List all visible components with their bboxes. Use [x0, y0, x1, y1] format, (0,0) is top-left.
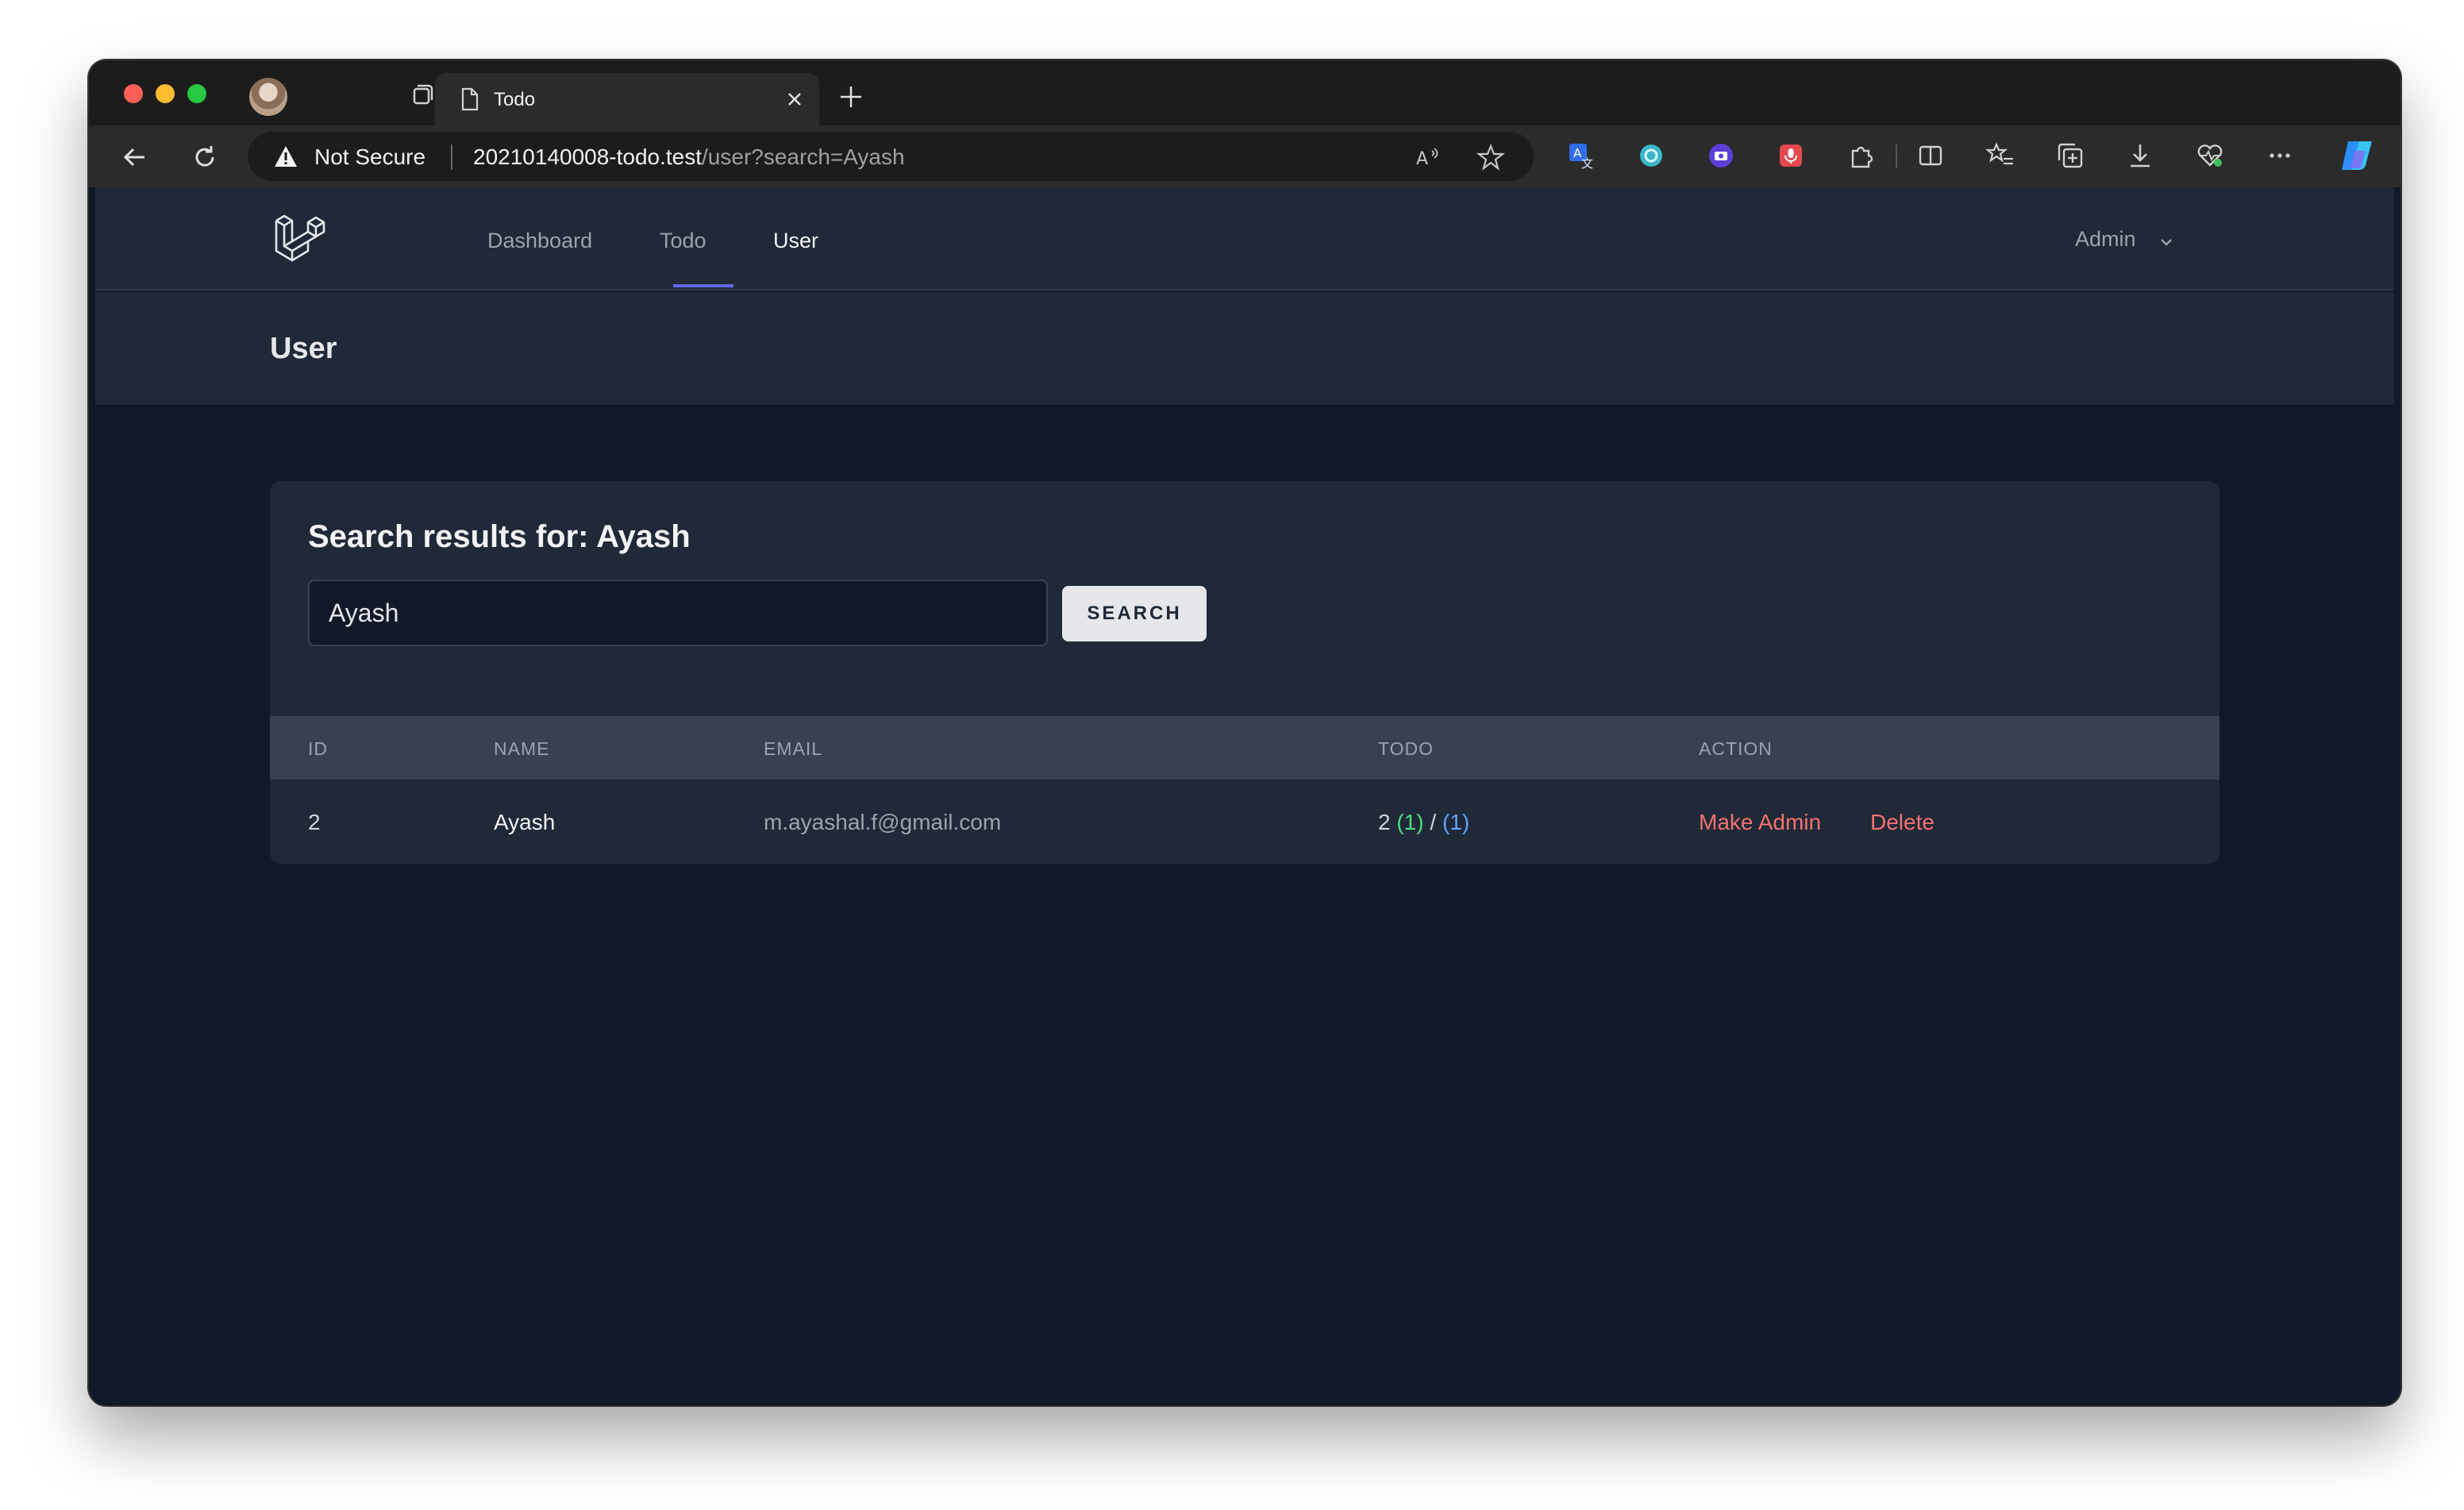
nav-active-indicator — [673, 284, 733, 287]
user-id-cell: 2 — [308, 810, 321, 834]
search-input[interactable] — [308, 580, 1048, 646]
table-row: 2 Ayash m.ayashal.f@gmail.com 2 (1) / (1… — [270, 780, 2220, 864]
camera-extension-icon[interactable] — [1705, 140, 1737, 171]
todo-done-count: (1) — [1396, 810, 1424, 834]
make-admin-button[interactable]: Make Admin — [1699, 810, 1821, 835]
profile-avatar[interactable] — [249, 78, 287, 116]
column-header-email: EMAIL — [764, 738, 823, 759]
tab-title: Todo — [494, 89, 536, 110]
extensions-puzzle-icon[interactable] — [1845, 140, 1877, 171]
laravel-logo-icon[interactable] — [271, 211, 329, 268]
url-host: 20210140008-todo.test — [473, 144, 703, 169]
read-aloud-icon[interactable]: A — [1413, 143, 1442, 171]
user-menu-button[interactable]: Admin — [2075, 227, 2136, 252]
zoom-window-button[interactable] — [187, 84, 206, 103]
page-title: User — [270, 332, 337, 365]
security-label[interactable]: Not Secure — [314, 144, 425, 170]
todo-pending-count: (1) — [1442, 810, 1470, 834]
table-header: ID NAME EMAIL TODO ACTION — [270, 716, 2220, 780]
user-email-cell: m.ayashal.f@gmail.com — [764, 810, 1002, 834]
minimize-window-button[interactable] — [156, 84, 175, 103]
favorites-list-icon[interactable] — [1985, 140, 2016, 171]
more-options-icon[interactable] — [2264, 140, 2296, 171]
close-tab-icon[interactable] — [783, 87, 807, 111]
nav-todo[interactable]: Todo — [660, 229, 706, 253]
url-path: /user?search=Ayash — [702, 144, 905, 169]
new-tab-icon[interactable] — [837, 83, 865, 111]
nav-user[interactable]: User — [773, 229, 818, 253]
delete-user-button[interactable]: Delete — [1870, 810, 1935, 835]
column-header-todo: TODO — [1378, 738, 1434, 759]
favorite-star-icon[interactable] — [1476, 143, 1505, 171]
page-header: User — [95, 292, 2394, 405]
tab-todo[interactable]: Todo — [435, 73, 819, 125]
workspaces-icon[interactable] — [406, 79, 438, 111]
circle-extension-icon[interactable] — [1635, 140, 1667, 171]
document-icon — [461, 87, 479, 111]
chevron-down-icon[interactable] — [2158, 233, 2175, 251]
user-search-card: Search results for: Ayash SEARCH ID NAME… — [270, 481, 2220, 864]
split-screen-icon[interactable] — [1915, 140, 1946, 171]
downloads-icon[interactable] — [2124, 140, 2156, 171]
web-page: Dashboard Todo User Admin User Search re… — [95, 187, 2394, 1399]
reload-icon[interactable] — [187, 140, 222, 175]
copilot-icon[interactable] — [2337, 135, 2378, 176]
search-button[interactable]: SEARCH — [1062, 586, 1207, 641]
address-separator — [451, 144, 452, 170]
app-navbar: Dashboard Todo User Admin — [95, 187, 2394, 291]
column-header-id: ID — [308, 738, 328, 759]
back-icon[interactable] — [117, 140, 152, 175]
collections-icon[interactable] — [2054, 140, 2086, 171]
browser-toolbar: Not Secure 20210140008-todo.test/user?se… — [89, 125, 2400, 187]
search-results-heading: Search results for: Ayash — [308, 519, 691, 554]
user-todo-cell: 2 (1) / (1) — [1378, 810, 1469, 835]
close-window-button[interactable] — [124, 84, 143, 103]
user-name-cell: Ayash — [494, 810, 556, 834]
microphone-extension-icon[interactable] — [1775, 140, 1807, 171]
column-header-name: NAME — [494, 738, 550, 759]
url-text[interactable]: 20210140008-todo.test/user?search=Ayash — [473, 144, 905, 170]
browser-essentials-icon[interactable] — [2194, 140, 2226, 171]
address-bar[interactable]: Not Secure 20210140008-todo.test/user?se… — [248, 132, 1534, 181]
svg-text:文: 文 — [1581, 156, 1593, 171]
todo-separator: / — [1430, 810, 1437, 834]
toolbar-separator — [1896, 144, 1897, 168]
column-header-action: ACTION — [1699, 738, 1773, 759]
todo-total: 2 — [1378, 810, 1391, 834]
browser-window: Todo Not Secure 20210140008-todo.test/us… — [89, 60, 2400, 1405]
translate-extension-icon[interactable]: A 文 — [1565, 140, 1597, 171]
svg-text:A: A — [1416, 149, 1428, 169]
tab-strip: Todo — [89, 60, 2400, 125]
warning-icon[interactable] — [273, 144, 298, 168]
nav-dashboard[interactable]: Dashboard — [487, 229, 592, 253]
